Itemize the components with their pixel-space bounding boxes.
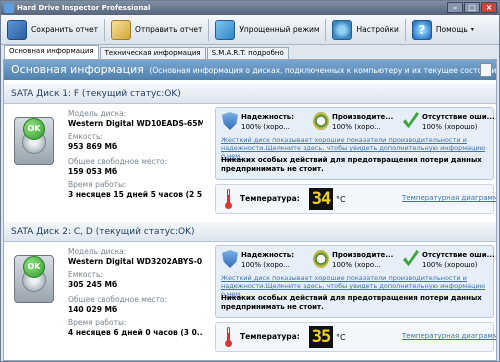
disk-heading[interactable]: SATA Диск 2: C, D (текущий статус:OK) (4, 222, 496, 242)
section-header: Основная информация (Основная информация… (4, 60, 497, 80)
tab-basic-info[interactable]: Основная информация (4, 45, 99, 59)
model-field: Модель диска: Western Digital WD3202ABYS-… (68, 247, 203, 266)
free-space-field: Общее свободное место: 140 029 Мб (68, 295, 168, 314)
toolbar: Сохранить отчет Отправить отчет Упрощенн… (1, 15, 499, 45)
save-report-button[interactable]: Сохранить отчет (3, 17, 102, 43)
disk-heading[interactable]: SATA Диск 1: F (текущий статус:OK) (4, 84, 496, 104)
temperature-chart-link[interactable]: Температурная диаграмма (402, 194, 496, 202)
tab-strip: Основная информация Техническая информац… (1, 45, 499, 59)
uptime-field: Время работы: 4 несяцев 6 дней 0 часов (3… (68, 318, 203, 337)
thermometer-icon (224, 189, 232, 209)
toolbar-separator (404, 18, 406, 41)
ok-status-icon: OK (23, 118, 45, 140)
disk-card: OK Модель диска: Western Digital WD10EADS… (4, 105, 496, 216)
temperature-readout: 35 (309, 326, 333, 348)
tab-smart-details[interactable]: S.M.A.R.T. подробно (206, 47, 289, 59)
chevron-down-icon: ▾ (470, 26, 474, 33)
help-button[interactable]: ? Помощь ▾ (408, 17, 478, 43)
free-space-field: Общее свободное место: 159 053 Мб (68, 157, 168, 176)
gauge-icon (313, 250, 329, 268)
thermometer-icon (224, 327, 232, 347)
send-icon (110, 19, 131, 40)
shield-icon (222, 250, 238, 268)
minimize-icon[interactable]: – (447, 2, 463, 13)
tab-technical-info[interactable]: Техническая информация (99, 47, 206, 59)
gear-icon (332, 19, 353, 40)
temperature-chart-link[interactable]: Температурная диаграмма (402, 332, 496, 340)
toolbar-separator (325, 18, 327, 41)
toolbar-separator (208, 18, 210, 41)
help-icon: ? (411, 19, 432, 40)
mode-icon (215, 19, 236, 40)
shield-icon (222, 112, 238, 130)
section-subtitle: (Основная информация о дисках, подключен… (149, 66, 497, 75)
send-report-button[interactable]: Отправить отчет (107, 17, 206, 43)
window-controls: – □ × (447, 2, 497, 13)
recommendation-text: Никаких особых действий для предотвращен… (221, 156, 482, 173)
window-title: Hard Drive Inspector Professional (17, 4, 151, 12)
health-panel: Надежность: 100% (хоро... Производите... 1… (215, 245, 495, 318)
recommendation-text: Никаких особых действий для предотвращен… (221, 294, 482, 311)
temperature-panel: Температура: 35 °C Температурная диаграм… (215, 322, 496, 352)
app-window: Hard Drive Inspector Professional – □ × … (0, 0, 500, 362)
close-icon[interactable]: × (481, 2, 497, 13)
section-title: Основная информация (11, 63, 144, 76)
maximize-icon[interactable]: □ (464, 2, 480, 13)
ok-status-icon: OK (23, 256, 45, 278)
health-panel: Надежность: 100% (хоро... Производите... 1… (215, 107, 495, 180)
capacity-field: Емкость: 953 869 Мб (68, 132, 118, 151)
temperature-panel: Температура: 34 °C Температурная диаграм… (215, 184, 496, 214)
report-icon[interactable] (480, 63, 492, 77)
save-icon (7, 19, 27, 40)
gauge-icon (313, 112, 329, 130)
settings-button[interactable]: Настройки (328, 17, 402, 43)
disk-card: OK Модель диска: Western Digital WD3202AB… (4, 243, 496, 354)
temperature-readout: 34 (309, 188, 333, 210)
toolbar-separator (103, 18, 105, 41)
simplified-mode-button[interactable]: Упрощенный режим (211, 17, 323, 43)
capacity-field: Емкость: 305 245 Мб (68, 270, 118, 289)
main-content: Основная информация (Основная информация… (3, 59, 497, 361)
check-icon (403, 112, 419, 129)
model-field: Модель диска: Western Digital WD10EADS-65… (68, 109, 203, 128)
check-icon (403, 250, 419, 267)
uptime-field: Время работы: 3 несяцев 15 дней 5 часов (… (68, 180, 203, 199)
title-bar: Hard Drive Inspector Professional – □ × (1, 1, 499, 15)
app-icon (4, 3, 14, 13)
